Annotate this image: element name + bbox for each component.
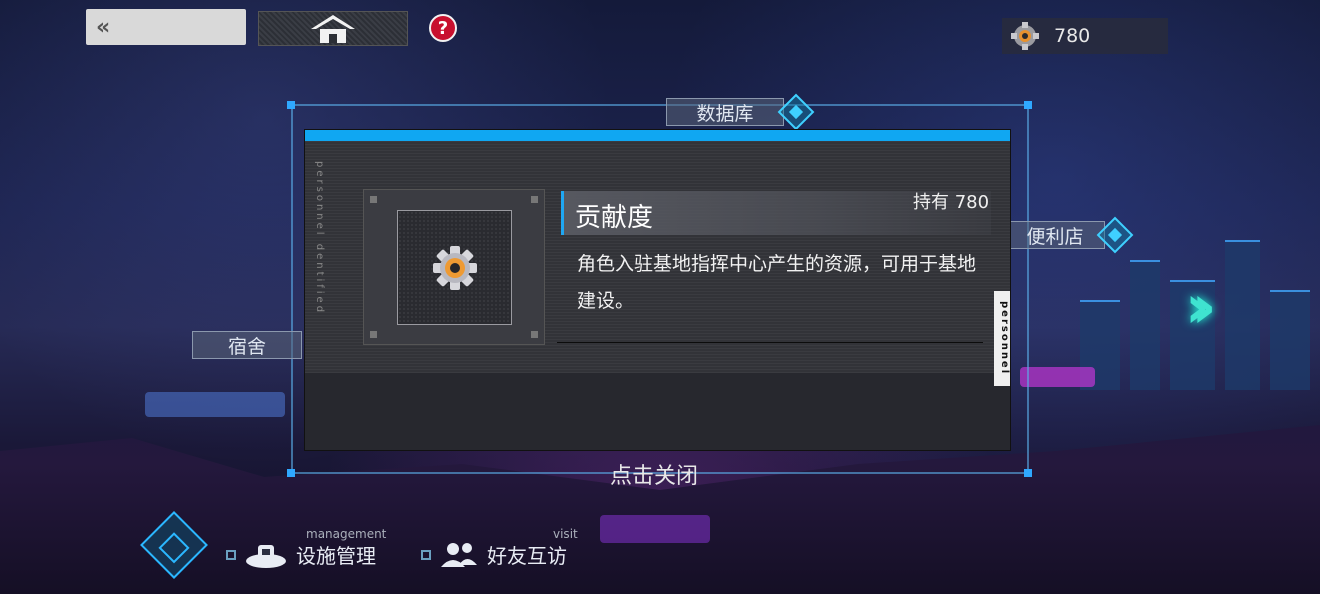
friends-icon bbox=[441, 542, 477, 567]
map-label-text: 宿舍 bbox=[227, 335, 266, 358]
item-detail-modal[interactable]: personnel dentified personnel 贡献度 持有 780… bbox=[304, 129, 1011, 451]
frame-line-right bbox=[1027, 104, 1029, 474]
gear-icon bbox=[432, 245, 477, 290]
owned-count: 持有 780 bbox=[913, 192, 990, 213]
item-icon-slot bbox=[397, 210, 512, 325]
solar-panels bbox=[145, 392, 285, 417]
currency-display: 780 bbox=[1002, 18, 1168, 54]
friend-visit-button[interactable]: 好友互访 bbox=[421, 540, 567, 569]
item-title: 贡献度 bbox=[575, 203, 654, 233]
help-icon: ? bbox=[437, 17, 449, 39]
map-label-store[interactable]: 便利店 bbox=[1005, 221, 1105, 249]
friend-visit-label: 好友互访 bbox=[487, 544, 567, 568]
visit-sublabel: visit bbox=[553, 527, 578, 541]
item-description: 角色入驻基地指挥中心产生的资源，可用于基地建设。 bbox=[577, 253, 977, 312]
side-text-right: personnel bbox=[994, 291, 1010, 386]
side-text-left: personnel dentified bbox=[314, 161, 325, 316]
corner-dot bbox=[1024, 101, 1032, 109]
nav-dot-icon bbox=[421, 549, 431, 560]
map-label-text: 便利店 bbox=[1026, 225, 1084, 248]
corner-dot bbox=[287, 101, 295, 109]
corner-dot bbox=[1024, 469, 1032, 477]
home-icon bbox=[311, 14, 355, 43]
modal-accent-bar bbox=[305, 130, 1010, 141]
home-button[interactable] bbox=[258, 11, 408, 46]
dining-hall-sign bbox=[600, 515, 710, 543]
modal-content-panel: personnel dentified personnel 贡献度 持有 780… bbox=[305, 141, 1010, 386]
divider bbox=[557, 342, 983, 343]
corner-dot bbox=[287, 469, 295, 477]
help-button[interactable]: ? bbox=[429, 14, 457, 42]
map-label-dormitory[interactable]: 宿舍 bbox=[192, 331, 302, 359]
next-area-arrows-icon[interactable]: ›› bbox=[1185, 272, 1217, 342]
gear-icon bbox=[1011, 22, 1039, 50]
tap-to-close-hint[interactable]: 点击关闭 bbox=[610, 458, 698, 490]
facility-management-button[interactable]: 设施管理 bbox=[226, 540, 376, 569]
facility-management-icon bbox=[246, 544, 286, 568]
management-sublabel: management bbox=[306, 527, 387, 541]
item-frame bbox=[363, 189, 545, 345]
frame-line-top bbox=[291, 104, 1029, 106]
double-chevron-left-icon: « bbox=[96, 14, 111, 40]
map-label-database[interactable]: 数据库 bbox=[666, 98, 784, 126]
frame-line-left bbox=[291, 104, 293, 474]
currency-value: 780 bbox=[1054, 25, 1091, 47]
nav-dot-icon bbox=[226, 549, 236, 560]
facility-management-label: 设施管理 bbox=[296, 544, 376, 568]
back-button[interactable]: « bbox=[86, 9, 246, 45]
map-label-text: 数据库 bbox=[696, 102, 754, 125]
neon-sign bbox=[1020, 367, 1095, 387]
